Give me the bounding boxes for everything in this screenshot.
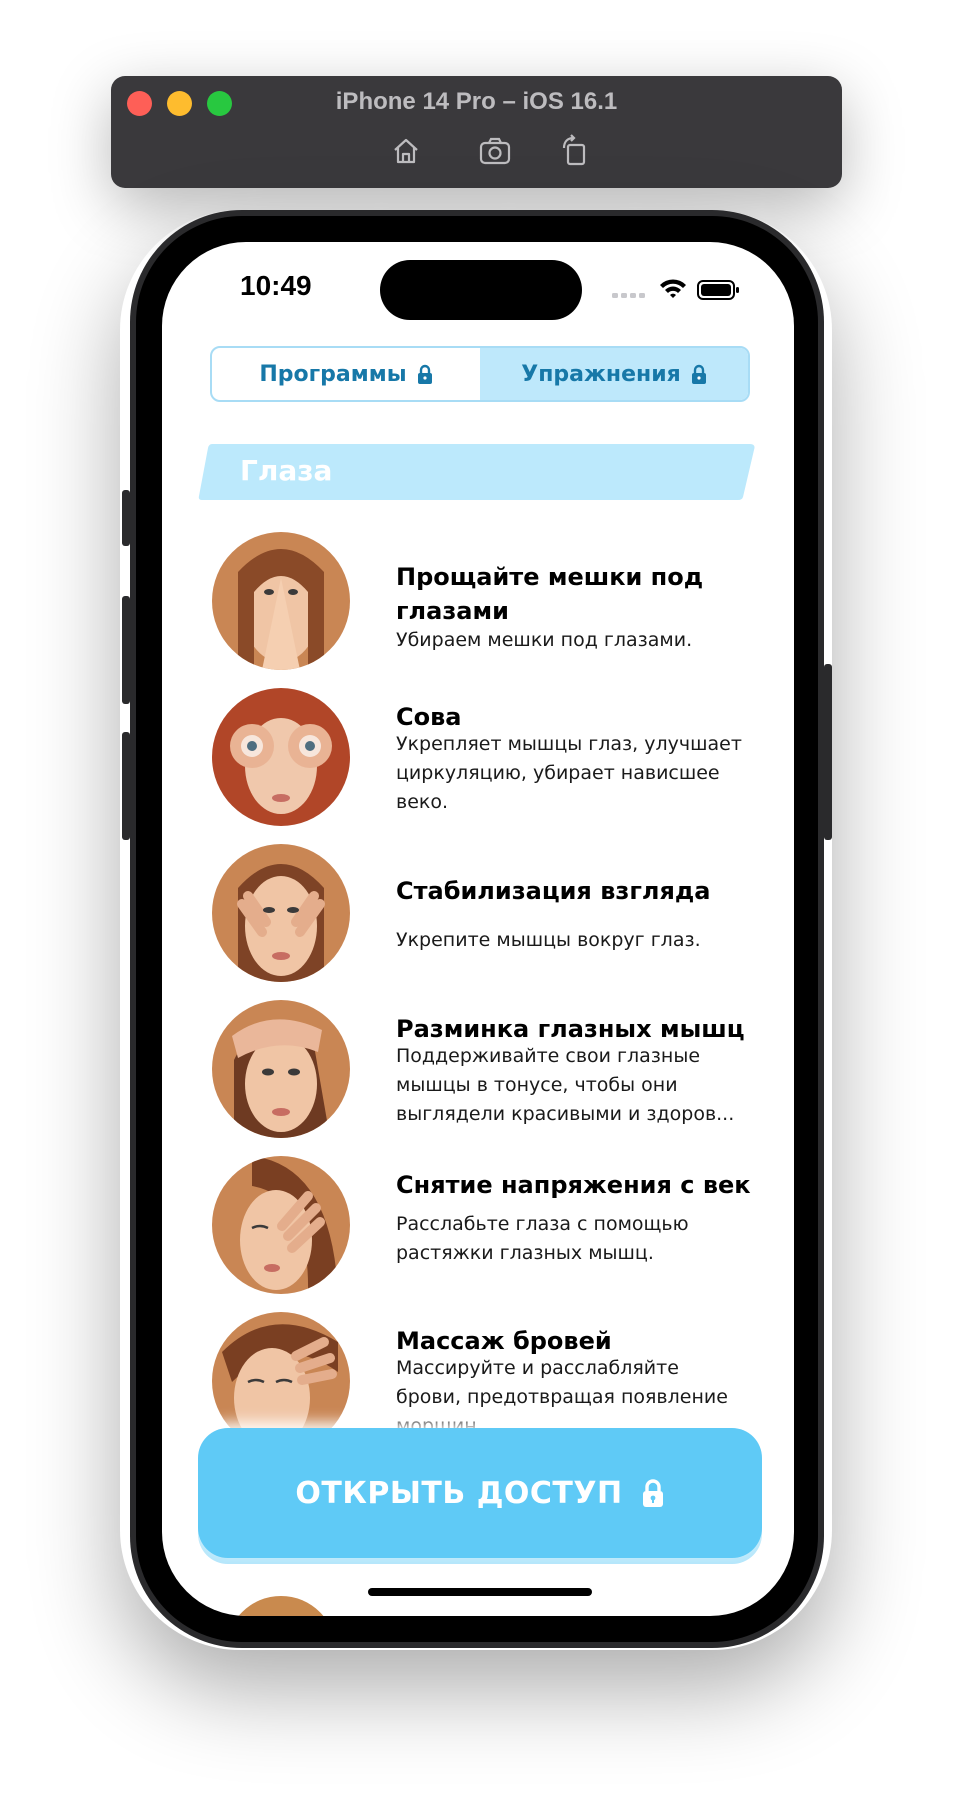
simulator-window-bar: iPhone 14 Pro – iOS 16.1 [111,76,842,188]
exercise-thumbnail [212,1156,350,1294]
simulator-toolbar [111,132,842,172]
battery-icon [697,280,739,300]
cellular-signal-icon [612,293,645,298]
status-time: 10:49 [240,270,312,301]
simulator-stage: iPhone 14 Pro – iOS 16.1 10:49 Программы… [0,0,954,1796]
status-icons [612,278,742,302]
exercise-title: Прощайте мешки под глазами [396,563,704,625]
exercise-thumbnail [212,532,350,670]
screenshot-icon[interactable] [476,132,514,170]
phone-screen: 10:49 Программы Упражнения Глаза Прощайт… [162,242,794,1616]
section-header: Глаза [198,442,758,502]
dynamic-island [380,260,582,320]
tab-programs[interactable]: Программы [212,348,480,400]
exercise-title: Разминка глазных мышц [396,1015,745,1043]
lock-icon [642,1479,663,1507]
mute-switch [122,490,130,546]
exercise-thumbnail [212,844,350,982]
exercise-title: Массаж бровей [396,1327,612,1355]
tab-switcher: Программы Упражнения [210,346,750,402]
volume-down-button [122,732,130,840]
tab-programs-label: Программы [259,361,407,387]
volume-up-button [122,596,130,704]
rotate-icon[interactable] [555,132,593,170]
exercise-description: Укрепите мышцы вокруг глаз. [396,929,701,951]
exercise-description: Поддерживайте свои глазные мышцы в тонус… [396,1045,735,1125]
section-title: Глаза [240,454,333,487]
exercise-title: Снятие напряжения с век [396,1171,751,1199]
power-button [824,664,832,840]
exercise-title: Сова [396,703,462,731]
tab-exercises[interactable]: Упражнения [480,348,748,400]
home-indicator[interactable] [368,1588,592,1596]
unlock-access-label: ОТКРЫТЬ ДОСТУП [295,1475,623,1511]
unlock-access-button[interactable]: ОТКРЫТЬ ДОСТУП [198,1428,762,1558]
wifi-icon [660,279,686,298]
home-icon[interactable] [387,132,425,170]
exercise-thumbnail [212,688,350,826]
exercise-thumbnail-partial [226,1596,336,1616]
exercise-description: Убираем мешки под глазами. [396,629,693,651]
lock-icon [691,364,706,384]
exercise-description: Укрепляет мышцы глаз, улучшает циркуляци… [396,733,742,813]
simulator-title: iPhone 14 Pro – iOS 16.1 [335,88,618,115]
lock-icon [417,364,432,384]
exercise-thumbnail [212,1000,350,1138]
exercise-description: Расслабьте глаза с помощью растяжки глаз… [396,1213,689,1264]
exercise-title: Стабилизация взгляда [396,877,711,905]
tab-exercises-label: Упражнения [521,361,681,387]
